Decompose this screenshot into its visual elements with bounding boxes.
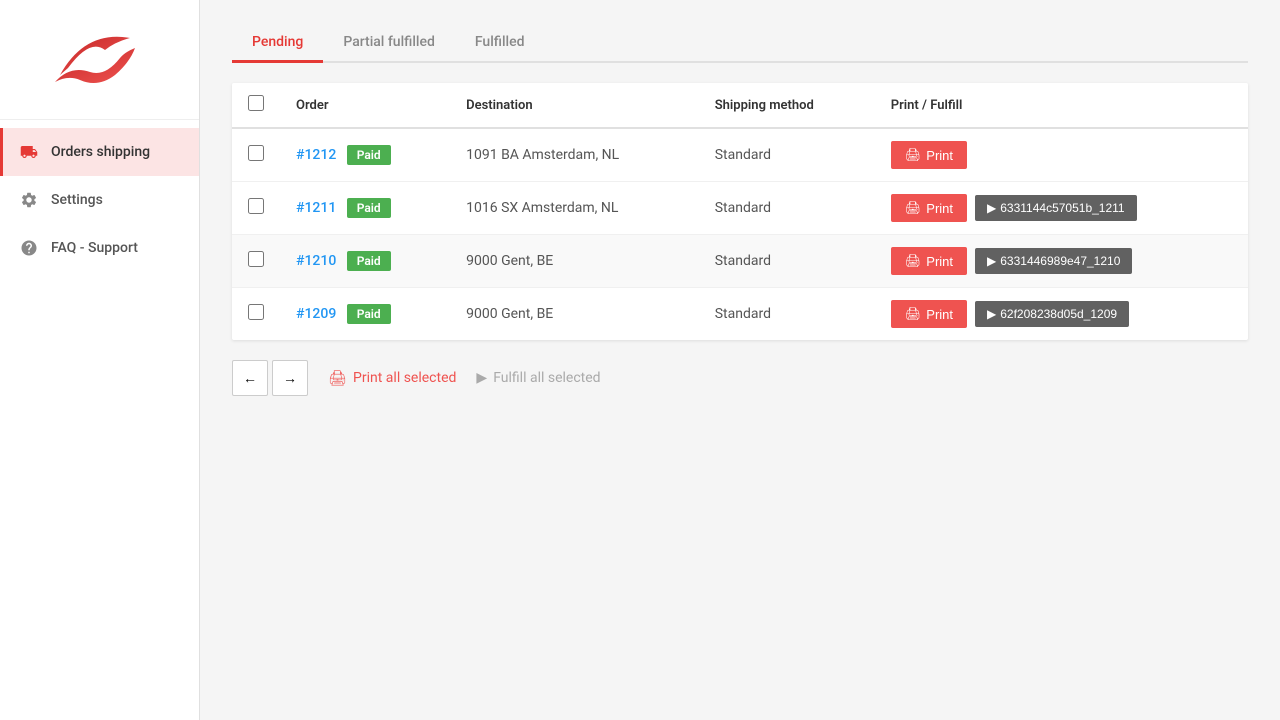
fulfill-btn-icon: ▶ <box>987 307 996 321</box>
shipping-method-cell: Standard <box>699 288 875 341</box>
shipping-method-column-header: Shipping method <box>699 83 875 128</box>
orders-table-container: Order Destination Shipping method Print … <box>232 83 1248 340</box>
paid-badge: Paid <box>347 198 391 218</box>
orders-table: Order Destination Shipping method Print … <box>232 83 1248 340</box>
sidebar-item-orders-shipping-label: Orders shipping <box>51 144 150 160</box>
fulfill-button-1211[interactable]: ▶ 6331144c57051b_1211 <box>975 195 1137 221</box>
printer-icon: 🖨 <box>328 369 347 387</box>
order-link-1211[interactable]: #1211 <box>296 200 336 216</box>
destination-column-header: Destination <box>450 83 699 128</box>
next-page-button[interactable]: → <box>272 360 308 396</box>
destination-cell: 1091 BA Amsterdam, NL <box>450 128 699 182</box>
tab-fulfilled[interactable]: Fulfilled <box>455 24 545 63</box>
order-cell: #1211 Paid <box>280 182 450 235</box>
help-icon <box>19 238 39 258</box>
print-all-selected-button[interactable]: 🖨 Print all selected <box>328 369 456 387</box>
bottom-bar: ← → 🖨 Print all selected ▶ Fulfill all s… <box>232 360 1248 396</box>
sidebar-item-settings-label: Settings <box>51 192 103 208</box>
order-column-header: Order <box>280 83 450 128</box>
sidebar: Orders shipping Settings FAQ - Support <box>0 0 200 720</box>
print-fulfill-column-header: Print / Fulfill <box>875 83 1248 128</box>
main-content: Pending Partial fulfilled Fulfilled Orde… <box>200 0 1280 720</box>
fulfill-all-selected-button[interactable]: ▶ Fulfill all selected <box>476 370 600 386</box>
fulfill-btn-icon: ▶ <box>987 201 996 215</box>
row-checkbox-1209[interactable] <box>248 304 264 320</box>
order-cell: #1209 Paid <box>280 288 450 341</box>
row-checkbox-cell <box>232 235 280 288</box>
print-button-1210[interactable]: 🖨 Print <box>891 247 967 275</box>
row-checkbox-1210[interactable] <box>248 251 264 267</box>
select-all-checkbox[interactable] <box>248 95 264 111</box>
table-row: #1210 Paid 9000 Gent, BE Standard 🖨 Prin… <box>232 235 1248 288</box>
destination-cell: 9000 Gent, BE <box>450 288 699 341</box>
order-link-1212[interactable]: #1212 <box>296 147 336 163</box>
print-fulfill-cell: 🖨 Print ▶ 6331446989e47_1210 <box>875 235 1248 288</box>
sidebar-item-settings[interactable]: Settings <box>0 176 199 224</box>
order-cell: #1210 Paid <box>280 235 450 288</box>
row-checkbox-1211[interactable] <box>248 198 264 214</box>
sidebar-item-faq-support[interactable]: FAQ - Support <box>0 224 199 272</box>
sidebar-item-faq-label: FAQ - Support <box>51 240 138 256</box>
tab-partial-fulfilled[interactable]: Partial fulfilled <box>323 24 455 63</box>
print-button-1211[interactable]: 🖨 Print <box>891 194 967 222</box>
row-checkbox-1212[interactable] <box>248 145 264 161</box>
truck-icon <box>19 142 39 162</box>
table-header-row: Order Destination Shipping method Print … <box>232 83 1248 128</box>
fulfill-button-1210[interactable]: ▶ 6331446989e47_1210 <box>975 248 1132 274</box>
print-fulfill-cell: 🖨 Print ▶ 62f208238d05d_1209 <box>875 288 1248 341</box>
prev-page-button[interactable]: ← <box>232 360 268 396</box>
table-row: #1211 Paid 1016 SX Amsterdam, NL Standar… <box>232 182 1248 235</box>
destination-cell: 9000 Gent, BE <box>450 235 699 288</box>
row-checkbox-cell <box>232 128 280 182</box>
gear-icon <box>19 190 39 210</box>
tab-bar: Pending Partial fulfilled Fulfilled <box>232 24 1248 63</box>
fulfill-btn-icon: ▶ <box>987 254 996 268</box>
sidebar-item-orders-shipping[interactable]: Orders shipping <box>0 128 199 176</box>
orders-table-body: #1212 Paid 1091 BA Amsterdam, NL Standar… <box>232 128 1248 340</box>
paid-badge: Paid <box>347 251 391 271</box>
shipping-method-cell: Standard <box>699 182 875 235</box>
brand-logo <box>40 20 160 100</box>
print-button-1209[interactable]: 🖨 Print <box>891 300 967 328</box>
order-cell: #1212 Paid <box>280 128 450 182</box>
print-button-1212[interactable]: 🖨 Print <box>891 141 967 169</box>
tab-pending[interactable]: Pending <box>232 24 323 63</box>
paid-badge: Paid <box>347 145 391 165</box>
printer-btn-icon: 🖨 <box>905 147 922 163</box>
logo-container <box>0 0 199 120</box>
fulfill-button-1209[interactable]: ▶ 62f208238d05d_1209 <box>975 301 1129 327</box>
print-fulfill-cell: 🖨 Print ▶ 6331144c57051b_1211 <box>875 182 1248 235</box>
fulfill-icon: ▶ <box>476 370 487 386</box>
sidebar-navigation: Orders shipping Settings FAQ - Support <box>0 120 199 272</box>
printer-btn-icon: 🖨 <box>905 306 922 322</box>
printer-btn-icon: 🖨 <box>905 200 922 216</box>
row-checkbox-cell <box>232 182 280 235</box>
shipping-method-cell: Standard <box>699 235 875 288</box>
shipping-method-cell: Standard <box>699 128 875 182</box>
print-fulfill-cell: 🖨 Print <box>875 128 1248 182</box>
paid-badge: Paid <box>347 304 391 324</box>
order-link-1210[interactable]: #1210 <box>296 253 336 269</box>
order-link-1209[interactable]: #1209 <box>296 306 336 322</box>
printer-btn-icon: 🖨 <box>905 253 922 269</box>
select-all-header <box>232 83 280 128</box>
table-row: #1209 Paid 9000 Gent, BE Standard 🖨 Prin… <box>232 288 1248 341</box>
table-row: #1212 Paid 1091 BA Amsterdam, NL Standar… <box>232 128 1248 182</box>
pagination: ← → <box>232 360 308 396</box>
row-checkbox-cell <box>232 288 280 341</box>
destination-cell: 1016 SX Amsterdam, NL <box>450 182 699 235</box>
